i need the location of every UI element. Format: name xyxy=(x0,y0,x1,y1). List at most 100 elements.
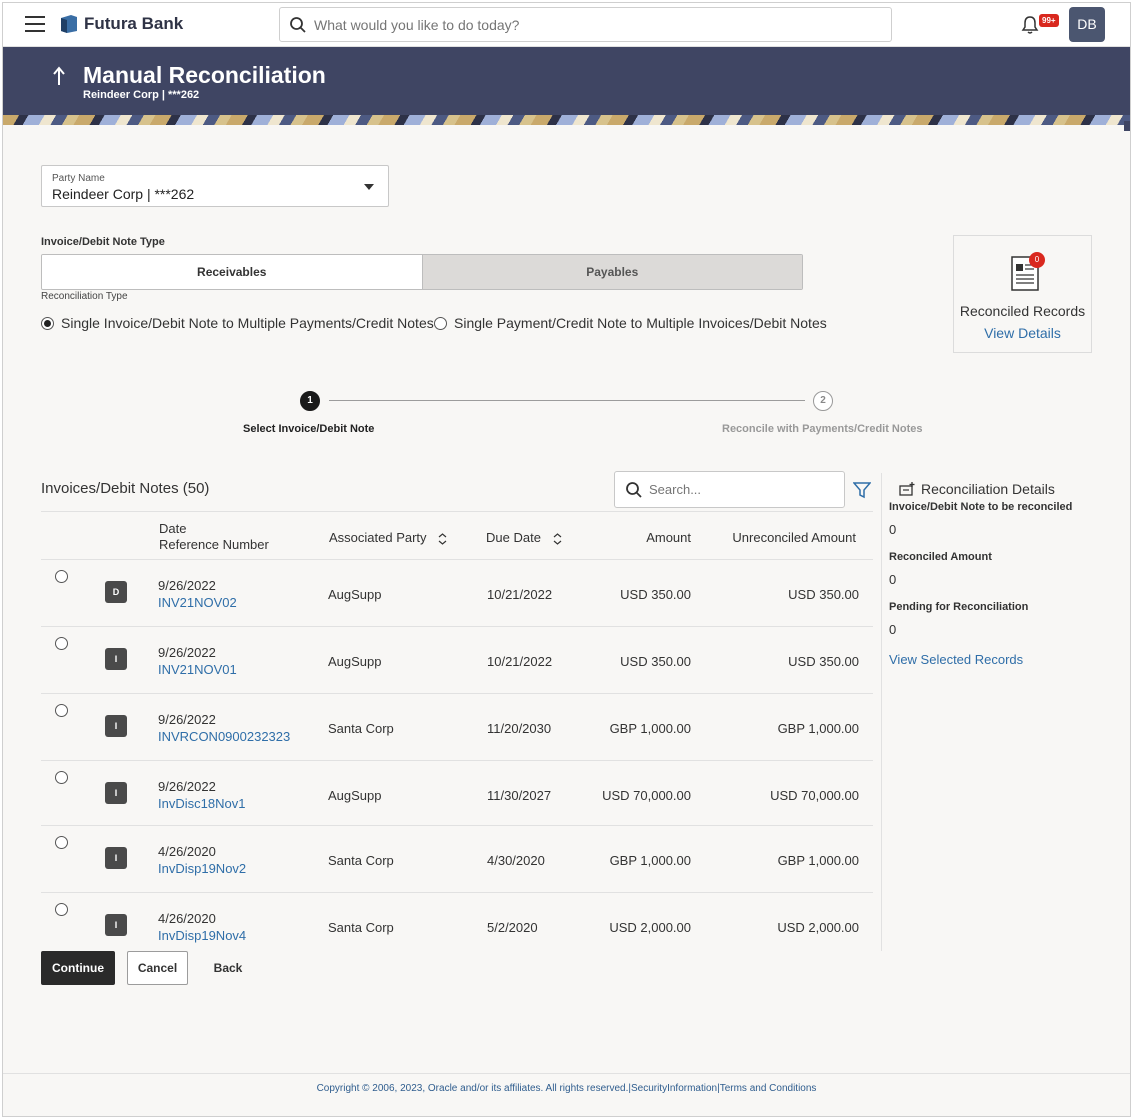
row-select-radio[interactable] xyxy=(55,637,68,650)
row-reference-link[interactable]: InvDisp19Nov2 xyxy=(158,861,246,876)
add-list-icon xyxy=(899,482,915,496)
row-date: 4/26/2020 xyxy=(158,911,216,926)
footer-divider xyxy=(3,1073,1130,1074)
row-due-date: 11/20/2030 xyxy=(487,721,552,736)
row-select-radio[interactable] xyxy=(55,836,68,849)
row-select-radio[interactable] xyxy=(55,570,68,583)
row-due-date: 4/30/2020 xyxy=(487,853,545,868)
party-name-value: Reindeer Corp | ***262 xyxy=(52,186,195,202)
row-reference-link[interactable]: INVRCON0900232323 xyxy=(158,729,290,744)
step-1-label: Select Invoice/Debit Note xyxy=(243,423,375,435)
row-select-radio[interactable] xyxy=(55,771,68,784)
sort-icon[interactable] xyxy=(438,532,447,545)
table-row[interactable]: I 9/26/2022 InvDisc18Nov1 AugSupp 11/30/… xyxy=(41,760,873,827)
row-date: 9/26/2022 xyxy=(158,578,216,593)
row-reference-link[interactable]: InvDisc18Nov1 xyxy=(158,796,245,811)
menu-icon[interactable] xyxy=(25,16,45,32)
row-amount: GBP 1,000.00 xyxy=(609,721,691,736)
sort-icon[interactable] xyxy=(553,532,562,545)
tab-receivables[interactable]: Receivables xyxy=(42,255,423,289)
invoice-type-toggle: Receivables Payables xyxy=(41,254,803,290)
row-associated-party: Santa Corp xyxy=(328,853,394,868)
row-amount: USD 70,000.00 xyxy=(602,788,691,803)
row-date: 9/26/2022 xyxy=(158,645,216,660)
reconciliation-option-label: Single Payment/Credit Note to Multiple I… xyxy=(454,315,827,331)
tab-payables[interactable]: Payables xyxy=(422,255,802,289)
view-selected-records-link[interactable]: View Selected Records xyxy=(889,652,1023,667)
column-header-date: Date xyxy=(159,521,187,536)
bell-icon[interactable] xyxy=(1021,15,1039,35)
row-associated-party: AugSupp xyxy=(328,654,382,669)
row-type-badge: I xyxy=(105,648,127,670)
column-header-associated-party[interactable]: Associated Party xyxy=(329,530,447,545)
table-search-input[interactable] xyxy=(649,472,839,507)
radio-unselected[interactable] xyxy=(434,316,447,330)
radio-selected[interactable] xyxy=(41,316,54,330)
reconciliation-type-label: Reconciliation Type xyxy=(41,291,128,302)
row-select-radio[interactable] xyxy=(55,704,68,717)
table-row[interactable]: I 4/26/2020 InvDisp19Nov2 Santa Corp 4/3… xyxy=(41,825,873,892)
cancel-button[interactable]: Cancel xyxy=(127,951,188,985)
filter-icon[interactable] xyxy=(853,481,871,499)
row-associated-party: AugSupp xyxy=(328,788,382,803)
page-title: Manual Reconciliation xyxy=(83,62,326,88)
row-associated-party: Santa Corp xyxy=(328,920,394,935)
step-1-indicator: 1 xyxy=(300,391,320,411)
pending-reconciliation-value: 0 xyxy=(889,622,897,637)
reconciled-amount-value: 0 xyxy=(889,572,897,587)
table-row[interactable]: I 9/26/2022 INV21NOV01 AugSupp 10/21/202… xyxy=(41,626,873,693)
row-unreconciled-amount: USD 2,000.00 xyxy=(777,920,859,935)
row-reference-link[interactable]: InvDisp19Nov4 xyxy=(158,928,246,943)
search-icon xyxy=(626,482,642,498)
column-header-label: Due Date xyxy=(486,530,541,545)
row-date: 9/26/2022 xyxy=(158,712,216,727)
caret-down-icon xyxy=(364,184,374,190)
row-reference-link[interactable]: INV21NOV02 xyxy=(158,595,237,610)
continue-button[interactable]: Continue xyxy=(41,951,115,985)
row-associated-party: AugSupp xyxy=(328,587,382,602)
row-reference-link[interactable]: INV21NOV01 xyxy=(158,662,237,677)
global-search-input[interactable] xyxy=(314,8,874,41)
top-bar: Futura Bank 99+ DB xyxy=(3,3,1130,47)
page-header: Manual Reconciliation Reindeer Corp | **… xyxy=(3,47,1130,115)
footer-copyright[interactable]: Copyright © 2006, 2023, Oracle and/or it… xyxy=(3,1083,1130,1094)
row-type-badge: I xyxy=(105,914,127,936)
brand-name[interactable]: Futura Bank xyxy=(84,14,183,34)
user-avatar[interactable]: DB xyxy=(1069,7,1105,42)
reconciled-count-badge: 0 xyxy=(1029,252,1045,268)
row-amount: USD 350.00 xyxy=(620,587,691,602)
invoices-table-title: Invoices/Debit Notes (50) xyxy=(41,480,210,497)
row-type-badge: D xyxy=(105,581,127,603)
row-unreconciled-amount: USD 70,000.00 xyxy=(770,788,859,803)
row-unreconciled-amount: USD 350.00 xyxy=(788,587,859,602)
column-header-due-date[interactable]: Due Date xyxy=(486,530,562,545)
view-details-link[interactable]: View Details xyxy=(954,325,1091,341)
row-date: 4/26/2020 xyxy=(158,844,216,859)
reconciliation-option-single-invoice[interactable]: Single Invoice/Debit Note to Multiple Pa… xyxy=(41,315,434,331)
row-due-date: 5/2/2020 xyxy=(487,920,538,935)
column-header-amount: Amount xyxy=(646,530,691,545)
row-amount: GBP 1,000.00 xyxy=(609,853,691,868)
back-button[interactable]: Back xyxy=(203,951,253,985)
to-be-reconciled-label: Invoice/Debit Note to be reconciled xyxy=(889,501,1073,513)
reconciliation-details-title: Reconciliation Details xyxy=(921,481,1055,497)
to-be-reconciled-value: 0 xyxy=(889,522,897,537)
row-select-radio[interactable] xyxy=(55,903,68,916)
table-row[interactable]: I 9/26/2022 INVRCON0900232323 Santa Corp… xyxy=(41,693,873,760)
table-row[interactable]: I 4/26/2020 InvDisp19Nov4 Santa Corp 5/2… xyxy=(41,892,873,950)
row-due-date: 11/30/2027 xyxy=(487,788,552,803)
party-name-select[interactable]: Party Name Reindeer Corp | ***262 xyxy=(41,165,389,207)
row-type-badge: I xyxy=(105,847,127,869)
row-type-badge: I xyxy=(105,782,127,804)
page-subtitle: Reindeer Corp | ***262 xyxy=(83,89,200,101)
reconciliation-option-single-payment[interactable]: Single Payment/Credit Note to Multiple I… xyxy=(434,315,827,331)
column-header-reference: Reference Number xyxy=(159,537,269,552)
row-amount: USD 350.00 xyxy=(620,654,691,669)
table-row[interactable]: D 9/26/2022 INV21NOV02 AugSupp 10/21/202… xyxy=(41,559,873,626)
global-search[interactable] xyxy=(279,7,892,42)
row-due-date: 10/21/2022 xyxy=(487,587,553,602)
table-search[interactable] xyxy=(614,471,845,508)
search-icon xyxy=(290,17,306,33)
row-unreconciled-amount: GBP 1,000.00 xyxy=(777,853,859,868)
back-arrow-icon[interactable] xyxy=(51,65,67,87)
